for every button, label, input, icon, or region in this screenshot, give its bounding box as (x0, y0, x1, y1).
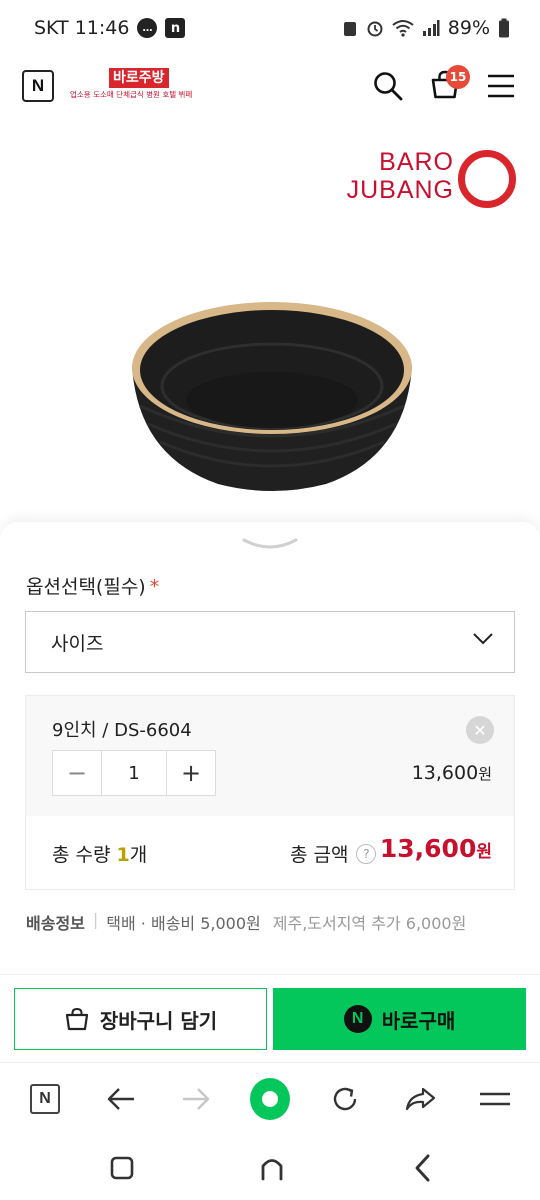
search-icon[interactable] (372, 70, 404, 102)
brand-line-1: BARO (379, 148, 454, 176)
store-name: 바로주방 (109, 68, 169, 88)
selected-item: 9인치 / DS-6604 ✕ − 1 + 13,600원 (25, 695, 515, 817)
share-arrow-icon (405, 1087, 436, 1111)
share-button[interactable] (400, 1079, 440, 1119)
total-amount-value: 13,600 (379, 834, 477, 863)
battery-percent: 89% (447, 17, 490, 39)
status-left: SKT 11:46 … n (34, 17, 186, 39)
system-nav-bar (0, 1134, 540, 1200)
total-amount-unit: 원 (476, 842, 492, 862)
naver-home-button[interactable]: N (22, 70, 54, 102)
shipping-method: 택배 · 배송비 5,000원 (106, 914, 261, 933)
quantity-stepper: − 1 + (52, 750, 216, 796)
help-icon[interactable]: ? (356, 843, 377, 864)
store-tagline: 업소용 도소매 단체급식 병원 호텔 뷔페 (70, 90, 193, 99)
option-title-text: 옵션선택(필수) (26, 576, 146, 598)
size-select-value: 사이즈 (51, 632, 104, 655)
refresh-button[interactable] (325, 1079, 365, 1119)
total-quantity-unit: 개 (129, 844, 148, 866)
total-quantity-value: 1 (116, 844, 130, 866)
size-select[interactable]: 사이즈 (25, 611, 515, 673)
arrow-right-icon (183, 1088, 210, 1110)
total-summary: 총 수량 1개 총 금액 ? 13,600원 (25, 816, 515, 890)
quantity-plus-button[interactable]: + (167, 751, 215, 795)
browser-toolbar: N (0, 1062, 540, 1134)
product-image-area[interactable]: BARO JUBANG (0, 118, 540, 528)
browser-home-button[interactable] (250, 1078, 290, 1120)
total-quantity-label: 총 수량 (52, 844, 111, 866)
green-dot-icon (250, 1078, 290, 1120)
add-to-cart-button[interactable]: 장바구니 담기 (14, 988, 267, 1050)
shipping-extra: 제주,도서지역 추가 6,000원 (272, 914, 467, 933)
menu-icon (480, 1092, 510, 1106)
brand-ring-icon (458, 150, 516, 208)
item-price-value: 13,600 (411, 762, 479, 784)
shipping-info: 배송정보 | 택배 · 배송비 5,000원 제주,도서지역 추가 6,000원 (26, 910, 466, 934)
total-amount-label: 총 금액 (290, 844, 349, 866)
forward-button[interactable] (176, 1079, 216, 1119)
menu-icon[interactable] (486, 72, 516, 100)
status-right: 89% (342, 17, 510, 39)
item-price-unit: 원 (478, 765, 492, 783)
arrow-left-icon (107, 1088, 134, 1110)
home-icon[interactable] (256, 1152, 288, 1184)
total-amount-label-group: 총 금액 ? (290, 840, 377, 867)
shipping-label: 배송정보 (26, 914, 85, 933)
remove-item-button[interactable]: ✕ (466, 716, 494, 744)
battery-icon (499, 18, 509, 38)
add-to-cart-label: 장바구니 담기 (99, 1008, 218, 1033)
carrier-time: SKT 11:46 (34, 17, 130, 39)
back-button[interactable] (101, 1079, 141, 1119)
required-mark: * (149, 576, 160, 598)
alarm-icon (367, 21, 383, 37)
buy-now-button[interactable]: N 바로구매 (273, 988, 526, 1050)
total-amount: 13,600원 (380, 834, 492, 863)
refresh-icon (333, 1087, 357, 1111)
store-logo[interactable]: 바로주방 업소용 도소매 단체급식 병원 호텔 뷔페 (70, 68, 210, 104)
browser-menu-button[interactable] (475, 1079, 515, 1119)
selected-item-name: 9인치 / DS-6604 (52, 720, 192, 741)
recent-apps-icon[interactable] (106, 1152, 138, 1184)
product-bowl-image (132, 302, 412, 491)
option-title: 옵션선택(필수) * (26, 572, 159, 599)
signal-icon (422, 20, 440, 36)
quantity-minus-button[interactable]: − (53, 751, 101, 795)
quantity-input[interactable]: 1 (101, 751, 167, 795)
purchase-action-bar: 장바구니 담기 N 바로구매 (0, 974, 540, 1062)
shopping-bag-icon (65, 1007, 88, 1031)
naver-pay-icon: N (343, 1005, 372, 1033)
recycle-icon (343, 22, 356, 36)
shipping-separator: | (92, 910, 99, 929)
browser-naver-button[interactable]: N (25, 1079, 65, 1119)
app-header: N 바로주방 업소용 도소매 단체급식 병원 호텔 뷔페 15 (0, 56, 540, 118)
buy-now-label: 바로구매 (381, 1008, 456, 1033)
brand-wordmark: BARO JUBANG (330, 148, 454, 204)
back-nav-icon[interactable] (408, 1152, 440, 1184)
brand-logo: BARO JUBANG (330, 148, 520, 208)
selected-item-price: 13,600원 (412, 762, 492, 784)
option-sheet: 옵션선택(필수) * 사이즈 9인치 / DS-6604 ✕ − 1 + 13,6… (0, 522, 540, 974)
status-bar: SKT 11:46 … n 89% (0, 0, 540, 56)
wifi-icon (392, 20, 414, 37)
total-quantity: 총 수량 1개 (52, 840, 147, 867)
browser-naver-icon: N (30, 1084, 60, 1114)
brand-line-2: JUBANG (346, 176, 454, 204)
cart-count-badge: 15 (446, 65, 470, 89)
chat-notification-icon: … (137, 18, 158, 38)
chevron-down-icon (473, 633, 493, 645)
collapse-chevron-icon[interactable] (240, 536, 300, 552)
naver-notification-icon: n (165, 18, 186, 38)
